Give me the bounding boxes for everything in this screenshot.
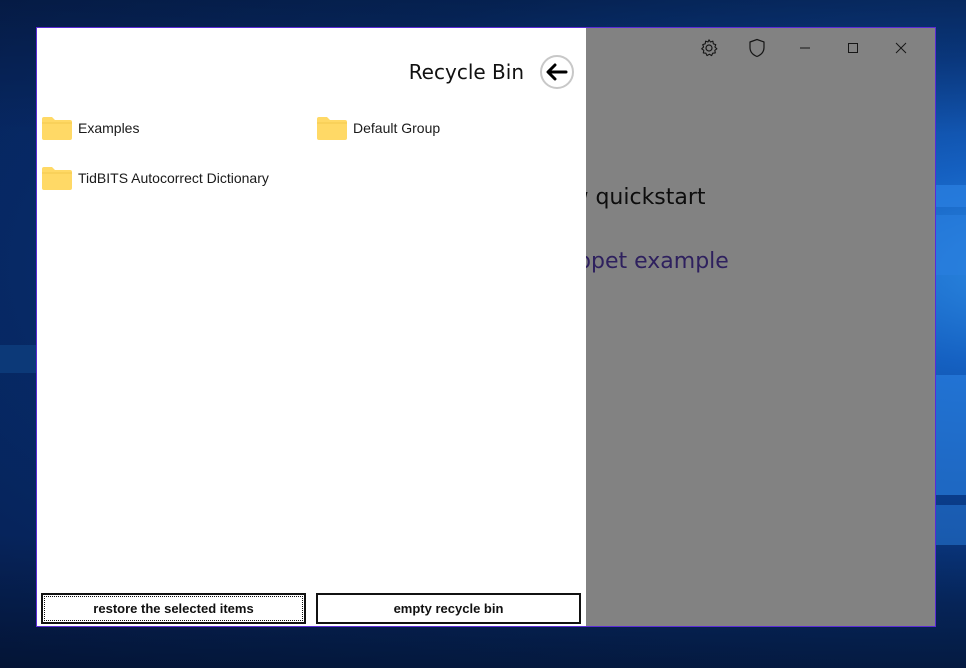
wallpaper-light-beam [0,345,40,373]
recycle-bin-actions: restore the selected items empty recycle… [41,593,581,624]
folder-icon [42,117,72,140]
folder-label: Default Group [353,120,441,136]
app-window: ow quickstart nippet example Recycle Bin… [36,27,936,627]
folder-icon [42,167,72,190]
wallpaper-light-beam [936,505,966,545]
arrow-left-icon [546,63,568,81]
recycle-bin-panel: Recycle Bin Examples Default Group TidBI… [37,28,586,626]
folder-label: TidBITS Autocorrect Dictionary [78,170,269,186]
wallpaper-light-beam [936,185,966,207]
back-button[interactable] [540,55,574,89]
folder-label: Examples [78,120,140,136]
folder-item-tidbits-dictionary[interactable]: TidBITS Autocorrect Dictionary [41,164,269,192]
folder-item-default-group[interactable]: Default Group [316,114,440,142]
empty-recycle-bin-button[interactable]: empty recycle bin [316,593,581,624]
recycle-bin-header: Recycle Bin [409,55,574,89]
page-title: Recycle Bin [408,60,524,84]
wallpaper-light-beam [936,215,966,275]
wallpaper-light-beam [936,375,966,495]
folder-icon [317,117,347,140]
restore-button[interactable]: restore the selected items [41,593,306,624]
folder-item-examples[interactable]: Examples [41,114,139,142]
